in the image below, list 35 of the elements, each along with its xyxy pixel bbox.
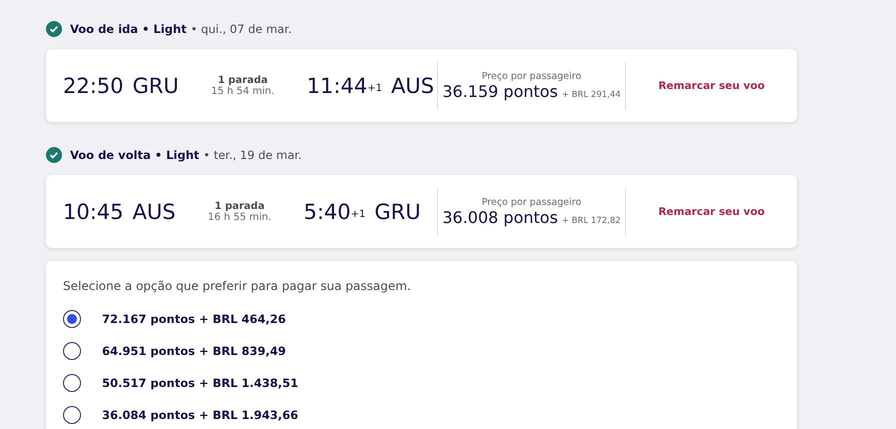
rebook-link[interactable]: Remarcar seu voo [626, 206, 797, 218]
departure-time: 10:45 [63, 200, 124, 224]
duration-text: 16 h 55 min. [208, 212, 272, 222]
arrival-time: 5:40 [304, 200, 351, 224]
duration-text: 15 h 54 min. [211, 86, 274, 96]
payment-option[interactable]: 64.951 pontos + BRL 839,49 [102, 344, 286, 358]
radio-button[interactable] [63, 374, 81, 392]
points-price: 36.008 pontos [442, 208, 558, 226]
payment-option[interactable]: 72.167 pontos + BRL 464,26 [102, 312, 286, 326]
payment-option[interactable]: 50.517 pontos + BRL 1.438,51 [102, 376, 298, 390]
stops-text: 1 parada [218, 74, 268, 86]
flight-date: • ter., 19 de mar. [203, 148, 302, 162]
payment-option[interactable]: 36.084 pontos + BRL 1.943,66 [102, 408, 298, 422]
payment-prompt: Selecione a opção que preferir para pagar sua passagem. [63, 279, 412, 293]
radio-button[interactable] [63, 342, 81, 360]
day-offset: +1 [367, 82, 382, 94]
arrival-time: 11:44 [306, 74, 368, 98]
money-price: + BRL 172,82 [562, 216, 621, 226]
day-offset: +1 [350, 208, 366, 220]
radio-button[interactable] [63, 310, 81, 328]
rebook-link[interactable]: Remarcar seu voo [626, 80, 797, 92]
departure-airport: GRU [132, 74, 179, 98]
price-label: Preço por passageiro [482, 70, 582, 82]
radio-button[interactable] [63, 406, 81, 424]
departure-airport: AUS [132, 200, 176, 224]
flight-title: Voo de ida • Light [70, 22, 187, 36]
money-price: + BRL 291,44 [562, 90, 621, 100]
points-price: 36.159 pontos [442, 82, 558, 100]
arrival-airport: AUS [391, 74, 434, 98]
stops-text: 1 parada [214, 200, 265, 212]
price-label: Preço por passageiro [482, 196, 582, 208]
flight-date: • qui., 07 de mar. [190, 22, 292, 36]
flight-title: Voo de volta • Light [70, 148, 200, 162]
arrival-airport: GRU [374, 200, 421, 224]
departure-time: 22:50 [63, 74, 124, 98]
